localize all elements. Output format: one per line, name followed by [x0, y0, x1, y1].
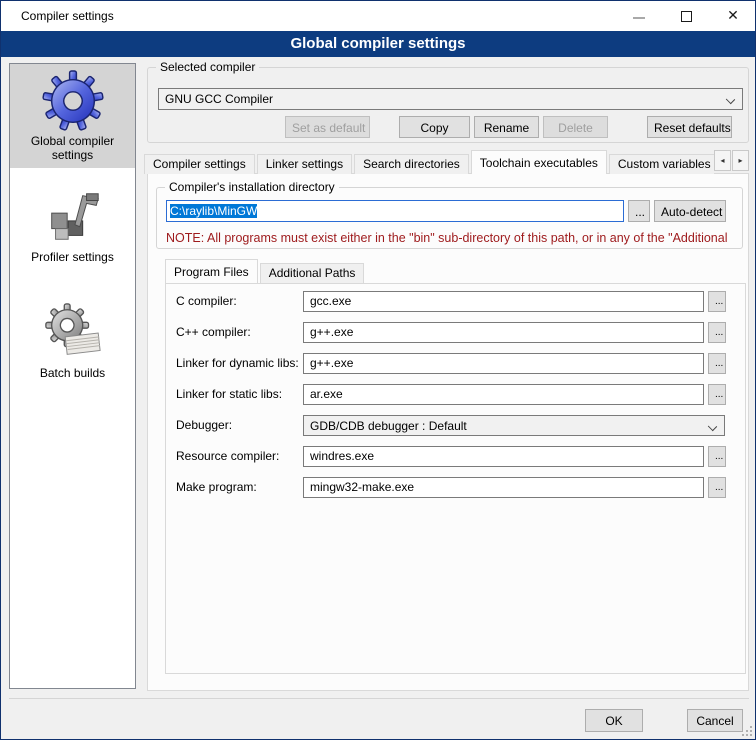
- compiler-settings-dialog: Compiler settings ✕ Global compiler sett…: [0, 0, 756, 740]
- maximize-icon[interactable]: [681, 11, 692, 22]
- debugger-select-value: GDB/CDB debugger : Default: [310, 419, 467, 433]
- installation-directory-input[interactable]: C:\raylib\MinGW: [166, 200, 624, 222]
- footer-divider: [9, 698, 749, 699]
- field-label: Resource compiler:: [176, 446, 303, 467]
- minimize-icon: [633, 17, 645, 19]
- field-row: C++ compiler:g++.exe...: [166, 322, 745, 343]
- field-label: Make program:: [176, 477, 303, 498]
- installation-directory-legend: Compiler's installation directory: [165, 180, 339, 194]
- dialog-banner: Global compiler settings: [1, 31, 755, 57]
- tab-additional-paths[interactable]: Additional Paths: [260, 263, 365, 283]
- tab-linker-settings[interactable]: Linker settings: [257, 154, 352, 174]
- rename-button[interactable]: Rename: [474, 116, 539, 138]
- tab-scroll-right-button[interactable]: ▸: [732, 150, 749, 171]
- field-row: C compiler:gcc.exe...: [166, 291, 745, 312]
- selected-compiler-group: Selected compiler GNU GCC Compiler Set a…: [147, 67, 749, 143]
- browse-button[interactable]: ...: [708, 477, 726, 498]
- cancel-button[interactable]: Cancel: [687, 709, 743, 732]
- field-row: Make program:mingw32-make.exe...: [166, 477, 745, 498]
- tab-program-files[interactable]: Program Files: [165, 259, 258, 283]
- browse-button[interactable]: ...: [708, 353, 726, 374]
- tab-custom-variables[interactable]: Custom variables: [609, 154, 714, 174]
- field-label: Linker for dynamic libs:: [176, 353, 303, 374]
- field-label: C compiler:: [176, 291, 303, 312]
- sidebar-item-label: Batch builds: [10, 364, 135, 386]
- field-row: Linker for dynamic libs:g++.exe...: [166, 353, 745, 374]
- browse-button[interactable]: ...: [708, 446, 726, 467]
- program-files-page: C compiler:gcc.exe...C++ compiler:g++.ex…: [165, 283, 746, 674]
- chevron-down-icon: [708, 422, 717, 431]
- sidebar-item-global-compiler-settings[interactable]: Global compiler settings: [10, 64, 135, 168]
- field-row: Resource compiler:windres.exe...: [166, 446, 745, 467]
- close-icon[interactable]: ✕: [724, 1, 742, 31]
- compiler-select-value: GNU GCC Compiler: [165, 92, 273, 106]
- selected-text: C:\raylib\MinGW: [170, 204, 257, 218]
- sidebar-item-profiler-settings[interactable]: Profiler settings: [10, 180, 135, 270]
- copy-button[interactable]: Copy: [399, 116, 470, 138]
- delete-button: Delete: [543, 116, 608, 138]
- bin-subdirectory-note: NOTE: All programs must exist either in …: [166, 231, 741, 245]
- gray-gear-stack-icon: [10, 302, 135, 364]
- linker-for-static-libs-input[interactable]: ar.exe: [303, 384, 704, 405]
- auto-detect-button[interactable]: Auto-detect: [654, 200, 726, 222]
- settings-category-list: Global compiler settings Profiler settin…: [9, 63, 136, 689]
- tab-toolchain-executables[interactable]: Toolchain executables: [471, 150, 607, 174]
- field-row: Debugger: GDB/CDB debugger : Default: [166, 415, 745, 436]
- compiler-select[interactable]: GNU GCC Compiler: [158, 88, 743, 110]
- browse-button[interactable]: ...: [708, 322, 726, 343]
- browse-button[interactable]: ...: [708, 384, 726, 405]
- sidebar-item-batch-builds[interactable]: Batch builds: [10, 296, 135, 386]
- caliper-icon: [10, 186, 135, 248]
- chevron-down-icon: [726, 95, 735, 104]
- sidebar-item-label: Global compiler settings: [10, 132, 135, 168]
- installation-directory-group: Compiler's installation directory C:\ray…: [156, 187, 743, 249]
- resize-grip-icon[interactable]: [742, 726, 752, 736]
- linker-for-dynamic-libs-input[interactable]: g++.exe: [303, 353, 704, 374]
- field-row: Linker for static libs:ar.exe...: [166, 384, 745, 405]
- tab-scroll-left-button[interactable]: ◂: [714, 150, 731, 171]
- selected-compiler-legend: Selected compiler: [156, 60, 259, 74]
- c-compiler-input[interactable]: g++.exe: [303, 322, 704, 343]
- ok-button[interactable]: OK: [585, 709, 643, 732]
- titlebar: Compiler settings ✕: [1, 1, 755, 31]
- browse-button[interactable]: ...: [708, 291, 726, 312]
- tab-search-directories[interactable]: Search directories: [354, 154, 469, 174]
- field-label: C++ compiler:: [176, 322, 303, 343]
- resource-compiler-input[interactable]: windres.exe: [303, 446, 704, 467]
- toolchain-executables-page: Compiler's installation directory C:\ray…: [147, 173, 749, 691]
- set-as-default-button: Set as default: [285, 116, 370, 138]
- window-title: Compiler settings: [21, 1, 114, 31]
- settings-tabstrip: Compiler settingsLinker settingsSearch d…: [144, 150, 714, 174]
- c-compiler-input[interactable]: gcc.exe: [303, 291, 704, 312]
- field-label: Linker for static libs:: [176, 384, 303, 405]
- browse-directory-button[interactable]: ...: [628, 200, 650, 222]
- blue-gear-icon: [10, 70, 135, 132]
- reset-defaults-button[interactable]: Reset defaults: [647, 116, 732, 138]
- sidebar-item-label: Profiler settings: [10, 248, 135, 270]
- field-label: Debugger:: [176, 415, 303, 436]
- make-program-input[interactable]: mingw32-make.exe: [303, 477, 704, 498]
- tab-compiler-settings[interactable]: Compiler settings: [144, 154, 255, 174]
- debugger-select[interactable]: GDB/CDB debugger : Default: [303, 415, 725, 436]
- program-files-tabstrip: Program FilesAdditional Paths: [165, 258, 366, 283]
